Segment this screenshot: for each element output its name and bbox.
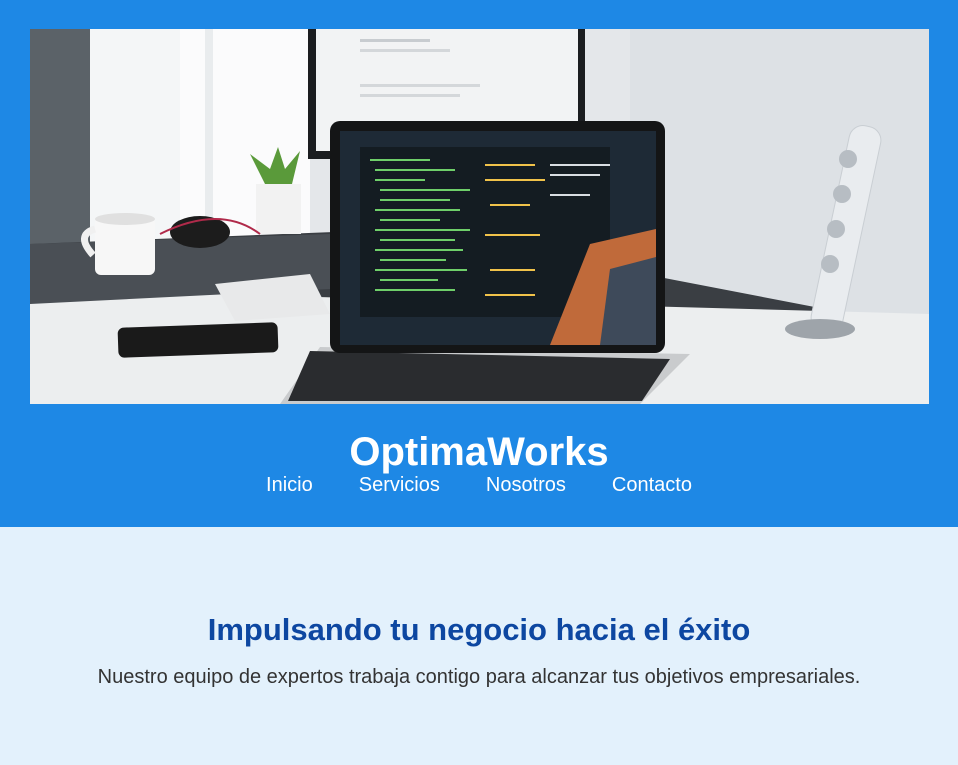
site-logo-title[interactable]: OptimaWorks [0, 428, 958, 476]
nav-link-inicio[interactable]: Inicio [266, 472, 313, 498]
hero-image [30, 29, 929, 404]
main-nav: Inicio Servicios Nosotros Contacto [0, 472, 958, 498]
nav-link-servicios[interactable]: Servicios [359, 472, 440, 498]
hero-headline: Impulsando tu negocio hacia el éxito [207, 612, 751, 647]
hero-section: Impulsando tu negocio hacia el éxito Nue… [0, 527, 958, 765]
nav-link-contacto[interactable]: Contacto [612, 472, 692, 498]
hero-description: Nuestro equipo de expertos trabaja conti… [97, 666, 861, 688]
site-header: OptimaWorks Inicio Servicios Nosotros Co… [0, 0, 958, 527]
nav-link-nosotros[interactable]: Nosotros [486, 472, 566, 498]
